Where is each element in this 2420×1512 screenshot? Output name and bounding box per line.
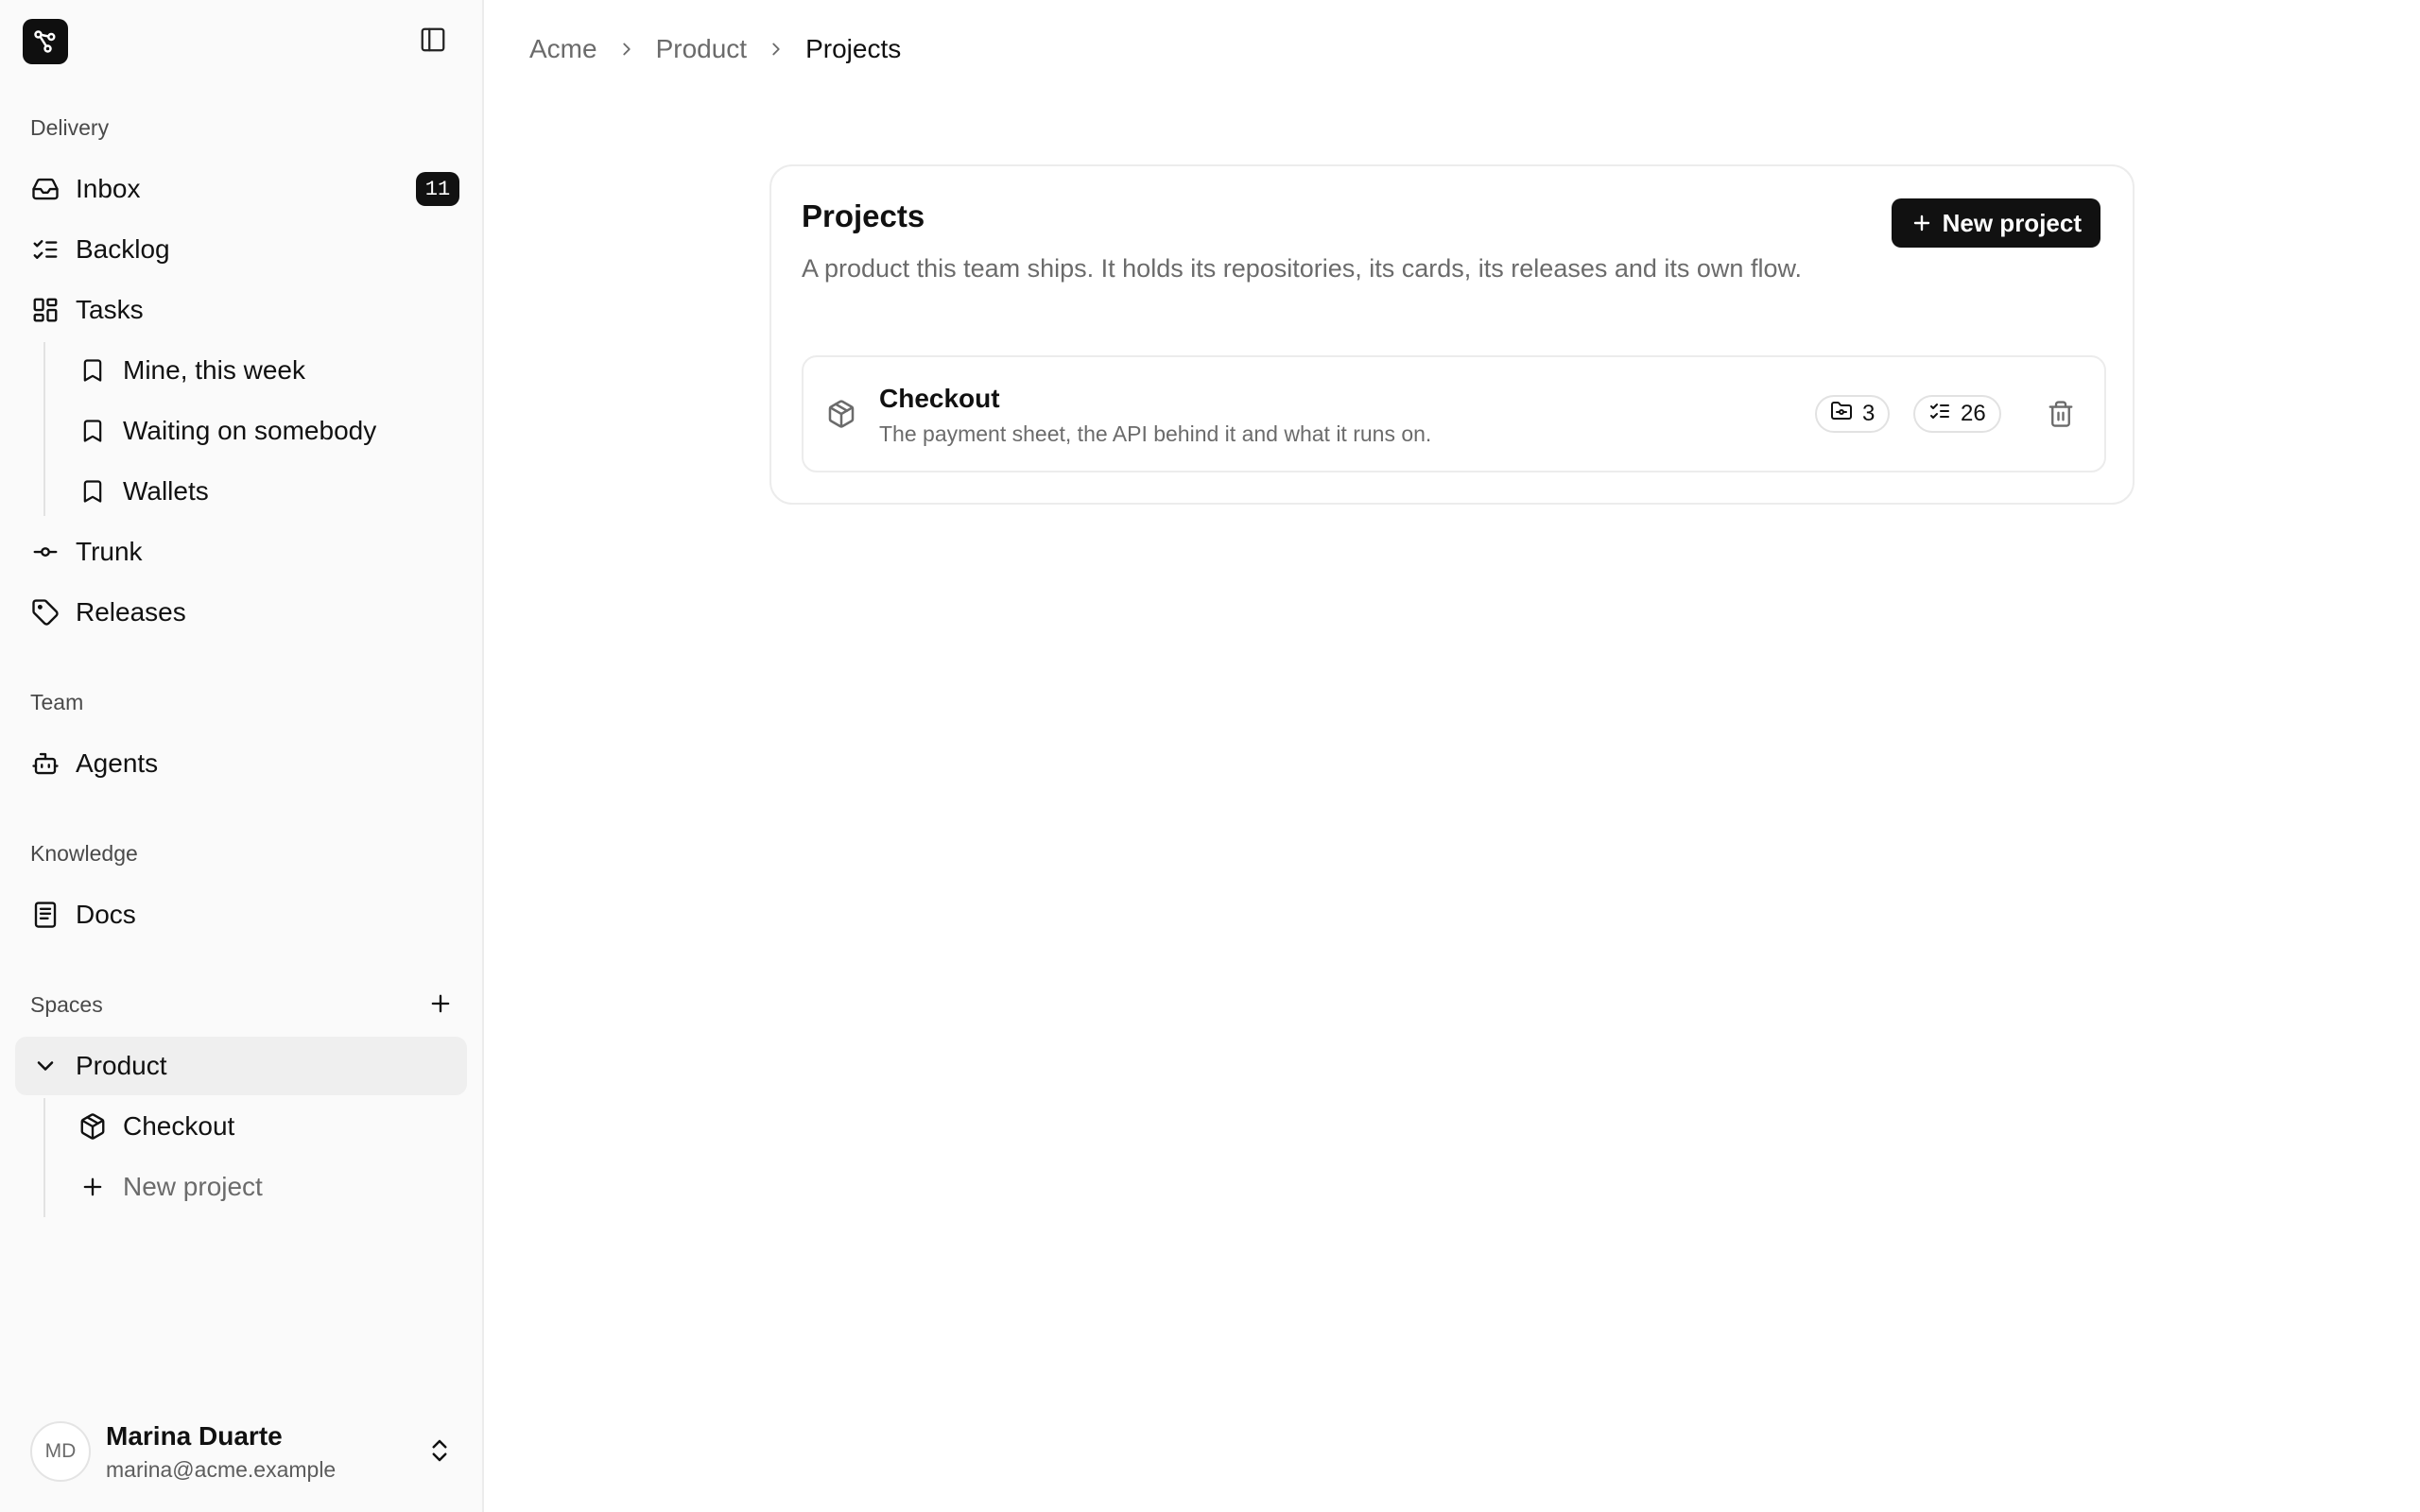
chevron-down-icon <box>15 1037 76 1095</box>
group-label-team: Team <box>30 690 84 714</box>
group-label-knowledge: Knowledge <box>30 841 138 866</box>
user-menu[interactable]: MD Marina Duarte marina@acme.example <box>15 1408 467 1495</box>
sidebar-item-releases[interactable]: Releases <box>15 583 467 642</box>
sidebar-item-trunk[interactable]: Trunk <box>15 523 467 581</box>
bookmark-icon <box>62 402 123 460</box>
sidebar-item-backlog[interactable]: Backlog <box>15 220 467 279</box>
trash-icon <box>2047 400 2075 433</box>
sidebar-item-label: Mine, this week <box>123 355 305 385</box>
project-row-checkout[interactable]: Checkout The payment sheet, the API behi… <box>802 355 2106 472</box>
inbox-icon <box>15 160 76 218</box>
sidebar-item-label: New project <box>123 1172 263 1201</box>
workflow-logo-icon[interactable] <box>23 19 68 64</box>
sidebar-item-tasks[interactable]: Tasks <box>15 281 467 339</box>
bookmark-icon <box>62 341 123 400</box>
list-checks-icon <box>1928 400 1951 429</box>
group-label-delivery: Delivery <box>30 115 110 140</box>
projects-card: Projects A product this team ships. It h… <box>769 164 2135 505</box>
sidebar-item-label: Tasks <box>76 295 144 324</box>
repos-count-badge: 3 <box>1815 395 1891 433</box>
cards-count-badge: 26 <box>1913 395 2001 433</box>
sidebar-item-checkout[interactable]: Checkout <box>62 1097 467 1156</box>
plus-icon <box>1910 212 1933 234</box>
layout-grid-icon <box>15 281 76 339</box>
git-commit-icon <box>15 523 76 581</box>
inbox-count-badge: 11 <box>416 172 459 206</box>
sidebar-item-wallets[interactable]: Wallets <box>62 462 467 521</box>
sidebar-toggle-icon <box>419 26 447 59</box>
breadcrumb-item-projects: Projects <box>805 34 902 63</box>
cards-count: 26 <box>1961 401 1986 426</box>
sidebar-item-new-project[interactable]: New project <box>62 1158 467 1216</box>
breadcrumb: Acme Product Projects <box>529 34 901 64</box>
tag-icon <box>15 583 76 642</box>
sidebar-item-label: Releases <box>76 597 186 627</box>
new-project-label: New project <box>1942 208 2082 237</box>
page-description: A product this team ships. It holds its … <box>802 254 1802 283</box>
project-name: Checkout <box>879 384 1000 413</box>
sidebar-item-mine-this-week[interactable]: Mine, this week <box>62 341 467 400</box>
repos-count: 3 <box>1862 401 1876 426</box>
sidebar-item-label: Waiting on somebody <box>123 416 377 445</box>
breadcrumb-item-product[interactable]: Product <box>656 34 748 64</box>
delete-project-button[interactable] <box>2040 395 2082 437</box>
avatar: MD <box>30 1421 91 1482</box>
package-icon <box>62 1097 123 1156</box>
bookmark-icon <box>62 462 123 521</box>
sidebar-item-label: Inbox <box>76 174 141 203</box>
sidebar-item-label: Agents <box>76 748 159 778</box>
chevron-right-icon <box>766 39 786 60</box>
folder-git-icon <box>1830 400 1853 429</box>
plus-icon <box>427 990 454 1022</box>
sidebar-toggle-button[interactable] <box>412 23 454 60</box>
tree-guide-line <box>43 1098 45 1217</box>
page-title: Projects <box>802 198 925 233</box>
breadcrumb-item-acme[interactable]: Acme <box>529 34 597 64</box>
sidebar-item-label: Checkout <box>123 1111 235 1141</box>
sidebar-item-label: Wallets <box>123 476 209 506</box>
sidebar-item-waiting-on-somebody[interactable]: Waiting on somebody <box>62 402 467 460</box>
sidebar-item-label: Product <box>76 1051 167 1080</box>
list-checks-icon <box>15 220 76 279</box>
new-project-button[interactable]: New project <box>1891 198 2100 248</box>
plus-icon <box>62 1158 123 1216</box>
sidebar-item-label: Backlog <box>76 234 170 264</box>
group-label-spaces: Spaces <box>30 992 103 1017</box>
book-icon <box>15 885 76 944</box>
sidebar-item-agents[interactable]: Agents <box>15 734 467 793</box>
sidebar-item-label: Docs <box>76 900 136 929</box>
add-space-button[interactable] <box>420 987 461 1024</box>
package-icon <box>826 399 856 434</box>
sidebar-item-product[interactable]: Product <box>15 1037 467 1095</box>
chevron-right-icon <box>616 39 637 60</box>
user-email: marina@acme.example <box>106 1456 337 1482</box>
sidebar-item-docs[interactable]: Docs <box>15 885 467 944</box>
sidebar: Delivery Inbox 11 Backlog Tasks Mine, th… <box>0 0 484 1512</box>
tree-guide-line <box>43 342 45 516</box>
user-name: Marina Duarte <box>106 1420 283 1451</box>
sidebar-item-label: Trunk <box>76 537 143 566</box>
bot-icon <box>15 734 76 793</box>
chevrons-up-down-icon <box>425 1436 454 1469</box>
sidebar-item-inbox[interactable]: Inbox 11 <box>15 160 467 218</box>
project-description: The payment sheet, the API behind it and… <box>879 421 1432 446</box>
